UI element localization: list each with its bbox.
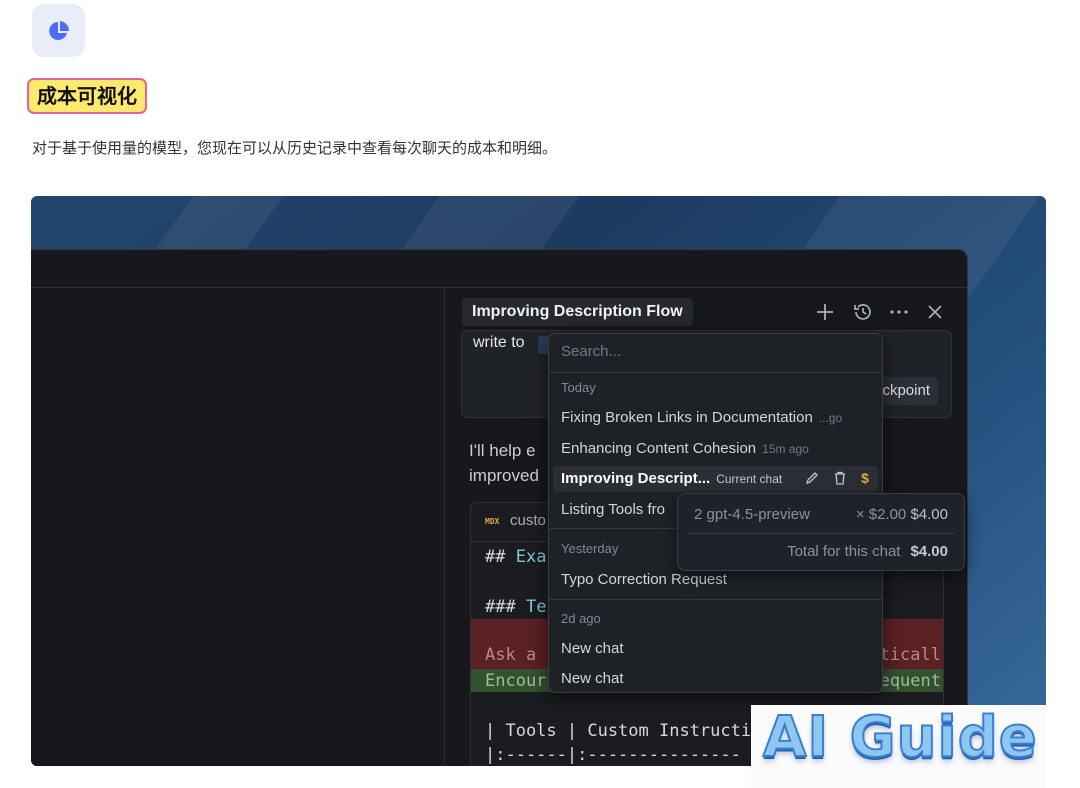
assistant-reply-line: I'll help e: [469, 441, 536, 460]
window-titlebar: [31, 250, 967, 288]
history-section-label: 2d ago: [561, 611, 601, 626]
history-search-input[interactable]: Search...: [561, 343, 621, 360]
cost-breakdown-tooltip: 2 gpt-4.5-preview × $2.00 $4.00 Total fo…: [677, 493, 965, 571]
watermark: AI Guide: [751, 704, 1046, 788]
history-item-title: Typo Correction Request: [561, 571, 727, 588]
history-item-time: 15m ago: [762, 442, 809, 456]
divider: [549, 599, 882, 600]
app-screenshot: Improving Description Flow write to ckpo…: [31, 196, 1046, 766]
cost-total-row: Total for this chat $4.00: [787, 543, 948, 560]
edit-icon[interactable]: [803, 468, 821, 488]
history-section-label: Yesterday: [561, 541, 619, 556]
history-icon[interactable]: [851, 300, 875, 324]
cost-unit-price: × $2.00: [855, 506, 907, 523]
history-item[interactable]: Listing Tools fro: [561, 501, 665, 518]
history-item[interactable]: New chat: [561, 640, 624, 657]
dollar-icon[interactable]: $: [856, 468, 874, 488]
history-item[interactable]: Fixing Broken Links in Documentation ...g…: [561, 409, 842, 426]
history-item[interactable]: Enhancing Content Cohesion 15m ago: [561, 440, 809, 457]
history-item-title: New chat: [561, 670, 624, 687]
cost-model-name: gpt-4.5-preview: [706, 506, 810, 523]
divider: [549, 372, 882, 373]
pie-chart-icon: [48, 20, 69, 40]
history-item-current[interactable]: Improving Descript... Current chat: [561, 470, 782, 487]
assistant-reply-line: improved: [469, 466, 539, 485]
divider: [688, 533, 954, 534]
message-text: write to: [473, 334, 525, 351]
mdx-file-icon: MDX: [485, 517, 500, 526]
more-icon[interactable]: [887, 300, 911, 324]
code-heading-token: Te: [525, 597, 547, 617]
history-item-time: ...go: [818, 411, 843, 425]
code-token: ##: [485, 547, 516, 567]
cost-total-value: $4.00: [910, 543, 948, 560]
history-item-title: Improving Descript...: [561, 470, 711, 487]
deleted-line-text: Ask a: [485, 645, 537, 665]
cost-subtotal: $4.00: [910, 506, 948, 523]
trash-icon[interactable]: [831, 468, 849, 488]
history-item[interactable]: New chat: [561, 670, 624, 687]
code-line: |:------|:---------------: [485, 745, 741, 765]
code-heading-token: Exa: [515, 547, 547, 567]
cost-request-count: 2: [694, 506, 703, 523]
history-item-title: New chat: [561, 640, 624, 657]
feature-icon-tile: [32, 4, 85, 57]
plus-icon[interactable]: [813, 300, 837, 324]
history-item[interactable]: Typo Correction Request: [561, 571, 727, 588]
code-line: ### Te: [485, 597, 546, 617]
cost-total-label: Total for this chat: [787, 543, 901, 560]
history-section-label: Today: [561, 380, 596, 395]
current-chat-badge: Current chat: [716, 472, 783, 486]
code-token: ###: [485, 597, 526, 617]
code-file-name[interactable]: custo: [510, 512, 546, 529]
feature-description: 对于基于使用量的模型，您现在可以从历史记录中查看每次聊天的成本和明细。: [32, 139, 558, 157]
code-line: | Tools | Custom Instructi: [485, 721, 752, 741]
watermark-logo-text: AI Guide: [762, 704, 1038, 771]
chat-title[interactable]: Improving Description Flow: [462, 298, 693, 326]
history-item-title: Enhancing Content Cohesion: [561, 440, 757, 457]
added-line-text: Encour: [485, 671, 547, 691]
pane-divider: [444, 287, 445, 766]
close-icon[interactable]: [923, 300, 947, 324]
cost-line-item: 2 gpt-4.5-preview × $2.00 $4.00: [694, 506, 948, 523]
code-line: ## Exa: [485, 547, 546, 567]
history-item-title: Listing Tools fro: [561, 501, 665, 518]
history-item-title: Fixing Broken Links in Documentation: [561, 409, 813, 426]
feature-title: 成本可视化: [27, 78, 147, 114]
added-line-tail: equent: [879, 671, 941, 691]
